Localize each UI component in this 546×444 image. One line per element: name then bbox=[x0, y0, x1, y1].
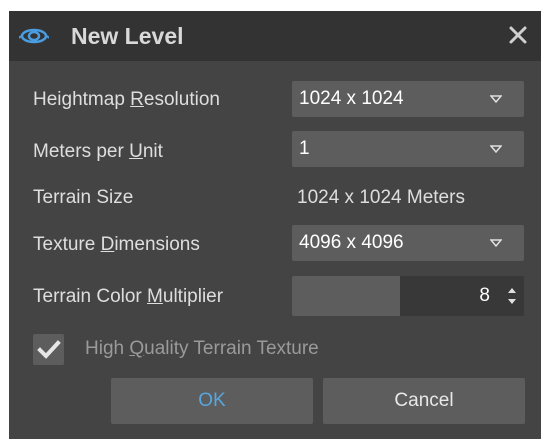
terrain-color-multiplier-spinbox[interactable]: 8 bbox=[292, 276, 524, 316]
label-mnemonic: R bbox=[130, 89, 144, 110]
chevron-down-icon bbox=[490, 95, 502, 104]
label-mnemonic: D bbox=[100, 234, 115, 255]
terrain-size-value: 1024 x 1024 Meters bbox=[297, 187, 465, 208]
label-part: Terrain Color bbox=[33, 286, 148, 307]
eye-icon bbox=[19, 28, 49, 44]
close-icon[interactable] bbox=[507, 24, 529, 46]
label-part: Meters per bbox=[33, 141, 130, 162]
texture-dimensions-value: 4096 x 4096 bbox=[299, 232, 404, 253]
label-part: nit bbox=[142, 141, 163, 162]
checkmark-icon bbox=[37, 340, 61, 359]
cancel-button[interactable]: Cancel bbox=[323, 378, 525, 424]
page: New Level Heightmap Resolution 1024 x 10… bbox=[0, 0, 546, 444]
heightmap-resolution-value: 1024 x 1024 bbox=[299, 88, 404, 109]
meters-per-unit-dropdown[interactable]: 1 bbox=[292, 131, 524, 167]
chevron-down-icon bbox=[490, 239, 502, 248]
dialog-title: New Level bbox=[71, 23, 184, 49]
label-mnemonic: M bbox=[147, 286, 163, 307]
label-part: ultiplier bbox=[162, 286, 224, 307]
new-level-dialog: New Level Heightmap Resolution 1024 x 10… bbox=[9, 11, 541, 439]
spinbox-slider-fill[interactable] bbox=[292, 276, 400, 316]
ok-button[interactable]: OK bbox=[111, 378, 313, 424]
label-part: Texture bbox=[33, 234, 101, 255]
label-part: esolution bbox=[143, 89, 220, 110]
label-part: Heightmap bbox=[33, 89, 131, 110]
heightmap-resolution-dropdown[interactable]: 1024 x 1024 bbox=[292, 81, 524, 117]
label-mnemonic: Q bbox=[129, 338, 145, 359]
label-part: imensions bbox=[114, 234, 200, 255]
high-quality-terrain-texture-checkbox[interactable] bbox=[33, 334, 64, 365]
high-quality-terrain-texture-label[interactable]: High Quality Terrain Texture bbox=[85, 338, 319, 360]
label-part: uality Terrain Texture bbox=[144, 338, 319, 359]
title-bar[interactable]: New Level bbox=[9, 11, 541, 61]
label-part: High bbox=[85, 338, 130, 359]
chevron-down-icon bbox=[490, 145, 502, 154]
meters-per-unit-value: 1 bbox=[299, 138, 310, 159]
label-mnemonic: U bbox=[129, 141, 143, 162]
meters-per-unit-label: Meters per Unit bbox=[33, 141, 163, 163]
heightmap-resolution-label: Heightmap Resolution bbox=[33, 89, 220, 111]
texture-dimensions-label: Texture Dimensions bbox=[33, 234, 200, 256]
texture-dimensions-dropdown[interactable]: 4096 x 4096 bbox=[292, 225, 524, 261]
terrain-color-multiplier-value: 8 bbox=[479, 285, 490, 306]
spin-arrows-icon[interactable] bbox=[506, 284, 518, 308]
terrain-size-label: Terrain Size bbox=[33, 187, 134, 208]
terrain-color-multiplier-label: Terrain Color Multiplier bbox=[33, 286, 223, 308]
